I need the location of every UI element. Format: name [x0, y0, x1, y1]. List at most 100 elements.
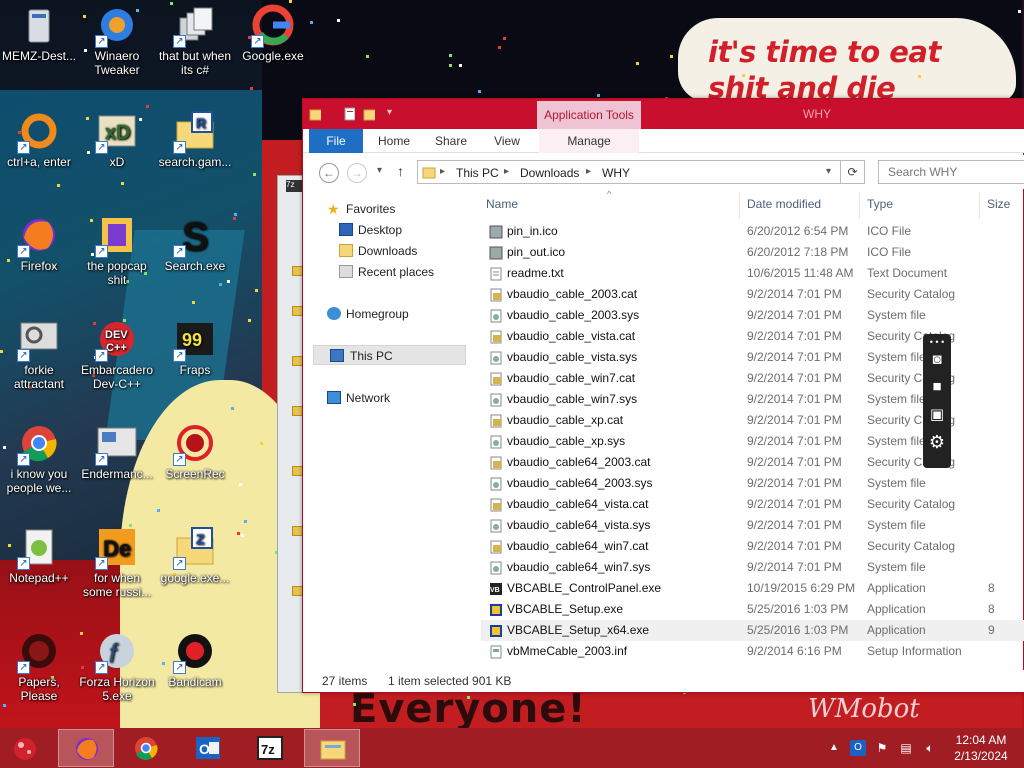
show-hidden-icons-icon[interactable]: ▲ [826, 740, 842, 756]
file-name-text: vbaudio_cable64_2003.cat [507, 455, 651, 469]
tab-home[interactable]: Home [369, 129, 419, 153]
more-options-icon[interactable]: • • • [927, 336, 947, 348]
status-item-count: 27 items [322, 674, 368, 688]
breadcrumb-downloads[interactable]: Downloads [520, 166, 579, 180]
desktop-icon[interactable]: ↗ Firefox [0, 214, 78, 273]
shortcut-arrow-icon: ↗ [95, 453, 108, 466]
taskbar-firefox-button[interactable] [58, 729, 114, 767]
start-button[interactable] [8, 733, 42, 763]
taskbar-clock[interactable]: 12:04 AM 2/13/2024 [948, 732, 1014, 764]
file-row[interactable]: vbMmeCable_2003.inf 9/2/2014 6:16 PM Setup… [481, 641, 1024, 662]
desktop-icon-label: Endermanc... [81, 467, 153, 481]
window-capture-icon[interactable]: ▣ [927, 405, 947, 425]
desktop-icon[interactable]: ↗ i know you people we... [0, 422, 78, 495]
desktop-icon[interactable]: ↗ Winaero Tweaker [78, 4, 156, 77]
tab-file[interactable]: File [309, 129, 363, 153]
nav-desktop[interactable]: Desktop [339, 220, 402, 240]
back-button[interactable]: ← [319, 163, 339, 183]
winaero-tweaker-icon: ↗ [95, 4, 138, 48]
column-divider[interactable] [859, 193, 860, 219]
forward-button[interactable]: → [347, 163, 367, 183]
file-row[interactable]: pin_in.ico 6/20/2012 6:54 PM ICO File [481, 221, 1024, 242]
chevron-down-icon[interactable]: ▾ [387, 107, 399, 121]
network-icon[interactable]: ▤ [898, 740, 914, 756]
file-row[interactable]: vbaudio_cable64_2003.sys 9/2/2014 7:01 PM… [481, 473, 1024, 494]
column-header-date[interactable]: Date modified [747, 197, 821, 211]
desktop-icon[interactable]: DEV C++ ↗ Embarcadero Dev-C++ [78, 318, 156, 391]
desktop-icon[interactable]: Z ↗ google.exe... [156, 526, 234, 585]
file-row[interactable]: pin_out.ico 6/20/2012 7:18 PM ICO File [481, 242, 1024, 263]
file-row[interactable]: VB VBCABLE_ControlPanel.exe 10/19/2015 6:2… [481, 578, 1024, 599]
taskbar-outlook-button[interactable]: O [180, 729, 236, 767]
desktop-icon[interactable]: ↗ ScreenRec [156, 422, 234, 481]
chevron-down-icon[interactable]: ▾ [826, 166, 831, 177]
desktop-icon[interactable]: 99 ↗ Fraps [156, 318, 234, 377]
file-row[interactable]: vbaudio_cable64_win7.cat 9/2/2014 7:01 PM… [481, 536, 1024, 557]
camera-icon[interactable]: ◙ [927, 350, 947, 370]
tab-view[interactable]: View [485, 129, 529, 153]
desktop-icon[interactable]: ↗ that but when its c# [156, 4, 234, 77]
search-input[interactable]: Search WHY [878, 160, 1024, 184]
desktop-icon-label: the popcap shit [87, 259, 147, 287]
file-name-text: vbaudio_cable64_vista.sys [507, 518, 651, 532]
desktop-icon[interactable]: ↗ the popcap shit [78, 214, 156, 287]
file-row[interactable]: vbaudio_cable64_vista.cat 9/2/2014 7:01 P… [481, 494, 1024, 515]
shortcut-arrow-icon: ↗ [95, 141, 108, 154]
tab-share[interactable]: Share [427, 129, 475, 153]
nav-network[interactable]: Network [327, 388, 390, 408]
flag-icon[interactable]: ⚑ [874, 740, 890, 756]
up-arrow-icon[interactable]: ↑ [397, 163, 404, 179]
nav-downloads[interactable]: Downloads [339, 241, 417, 261]
desktop-icon[interactable]: xD ↗ xD [78, 110, 156, 169]
file-explorer-window[interactable]: ▾ Application Tools WHY File Home Share … [302, 98, 1024, 693]
breadcrumb-this-pc[interactable]: This PC [456, 166, 499, 180]
desktop-icon[interactable]: R ↗ search.gam... [156, 110, 234, 169]
desktop-icon[interactable]: ↗ Google.exe [234, 4, 312, 63]
window-titlebar[interactable]: ▾ Application Tools WHY [303, 99, 1024, 129]
desktop-icon[interactable]: MEMZ-Dest... [0, 4, 78, 63]
properties-icon[interactable] [343, 107, 355, 121]
file-type: System file [867, 476, 926, 490]
volume-icon[interactable]: 🔈︎ [922, 740, 938, 756]
tab-manage[interactable]: Manage [539, 129, 639, 153]
file-type: System file [867, 518, 926, 532]
desktop-icon[interactable]: ↗ Papers, Please [0, 630, 78, 703]
file-row[interactable]: vbaudio_cable64_vista.sys 9/2/2014 7:01 P… [481, 515, 1024, 536]
nav-favorites[interactable]: ★ Favorites [327, 199, 395, 219]
gear-icon[interactable]: ⚙ [927, 432, 947, 452]
nav-recent-places[interactable]: Recent places [339, 262, 434, 282]
nav-this-pc[interactable]: This PC [313, 345, 466, 365]
recent-locations-icon[interactable]: ▾ [377, 165, 382, 176]
desktop-icon[interactable]: De ↗ for when some russi... [78, 526, 156, 599]
nav-homegroup[interactable]: Homegroup [327, 304, 409, 324]
new-folder-icon[interactable] [363, 107, 375, 121]
file-row[interactable]: vbaudio_cable_2003.cat 9/2/2014 7:01 PM Se… [481, 284, 1024, 305]
desktop-icon[interactable]: S ↗ Search.exe [156, 214, 234, 273]
outlook-tray-icon[interactable]: O [850, 740, 866, 756]
refresh-button[interactable]: ⟳ [841, 160, 865, 184]
desktop-icon[interactable]: ↗ ctrl+a, enter [0, 110, 78, 169]
desktop-icon[interactable]: ↗ forkie attractant [0, 318, 78, 391]
column-divider[interactable] [979, 193, 980, 219]
file-row[interactable]: VBCABLE_Setup.exe 5/25/2016 1:03 PM Applic… [481, 599, 1024, 620]
file-row[interactable]: VBCABLE_Setup_x64.exe 5/25/2016 1:03 PM Ap… [481, 620, 1024, 641]
file-name-text: vbaudio_cable_vista.sys [507, 350, 638, 364]
file-row[interactable]: readme.txt 10/6/2015 11:48 AM Text Documen… [481, 263, 1024, 284]
column-header-size[interactable]: Size [987, 197, 1010, 211]
desktop-icon[interactable]: ↗ Endermanc... [78, 422, 156, 481]
file-row[interactable]: vbaudio_cable_2003.sys 9/2/2014 7:01 PM Sy… [481, 305, 1024, 326]
file-name: vbaudio_cable_2003.sys [485, 305, 639, 326]
desktop-icon[interactable]: f ↗ Forza Horizon 5.exe [78, 630, 156, 703]
desktop-icon[interactable]: ↗ Bandicam [156, 630, 234, 689]
breadcrumb-why[interactable]: WHY [602, 166, 630, 180]
taskbar-7zip-button[interactable]: 7z [242, 729, 298, 767]
column-header-type[interactable]: Type [867, 197, 893, 211]
address-input[interactable]: ▸ This PC ▸ Downloads ▸ WHY ▾ [417, 160, 841, 184]
column-header-name[interactable]: Name [486, 197, 518, 211]
desktop-icon[interactable]: ↗ Notepad++ [0, 526, 78, 585]
taskbar-chrome-button[interactable] [118, 729, 174, 767]
file-row[interactable]: vbaudio_cable64_win7.sys 9/2/2014 7:01 PM… [481, 557, 1024, 578]
column-divider[interactable] [739, 193, 740, 219]
taskbar-file-explorer-button[interactable] [304, 729, 360, 767]
video-camera-icon[interactable]: ■ [927, 377, 947, 397]
